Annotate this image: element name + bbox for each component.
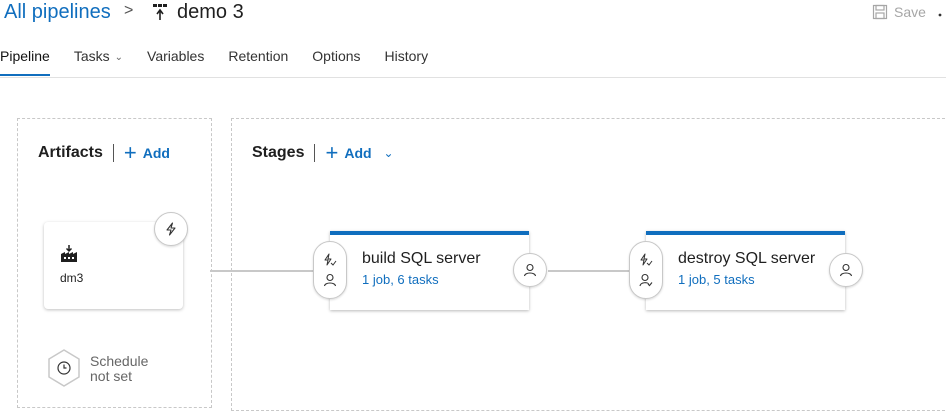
stage-summary-link[interactable]: 1 job, 6 tasks	[362, 272, 439, 287]
plus-icon: +	[325, 140, 339, 165]
tab-pipeline[interactable]: Pipeline	[0, 40, 62, 76]
tab-variables[interactable]: Variables	[135, 40, 216, 76]
user-check-icon	[639, 273, 653, 287]
post-deployment-conditions[interactable]	[513, 253, 547, 287]
user-icon	[839, 263, 853, 277]
stage-name[interactable]: build SQL server	[362, 250, 481, 268]
stage-card-destroy-sql-server[interactable]	[646, 231, 845, 310]
build-artifact-icon	[61, 245, 77, 262]
tab-history[interactable]: History	[373, 40, 441, 76]
page-title: demo 3	[177, 1, 244, 23]
breadcrumb-separator: >	[124, 2, 134, 19]
header-divider	[112, 144, 114, 162]
add-artifact-button[interactable]: + Add	[123, 140, 170, 165]
more-options-icon[interactable]	[938, 12, 942, 18]
lightning-check-icon	[640, 253, 653, 266]
chevron-down-icon: ⌄	[114, 52, 124, 63]
lightning-icon	[166, 222, 176, 236]
connector-stage-to-stage	[548, 270, 630, 272]
stages-heading: Stages	[252, 144, 305, 161]
artifact-name: dm3	[60, 271, 84, 285]
save-icon	[872, 4, 888, 20]
schedule-button[interactable]	[47, 349, 81, 387]
tab-tasks[interactable]: Tasks ⌄	[62, 40, 135, 76]
tab-options[interactable]: Options	[300, 40, 372, 76]
pre-deployment-conditions[interactable]	[313, 241, 347, 299]
chevron-down-icon: ⌄	[383, 146, 394, 160]
pre-deployment-conditions[interactable]	[629, 241, 663, 299]
lightning-check-icon	[324, 253, 337, 266]
user-icon	[523, 263, 537, 277]
tab-divider	[0, 77, 946, 78]
save-button[interactable]: Save	[872, 4, 926, 20]
add-stage-button[interactable]: + Add ⌄	[325, 140, 394, 165]
connector-artifact-to-stage	[210, 270, 314, 272]
stage-summary-link[interactable]: 1 job, 5 tasks	[678, 272, 755, 287]
artifacts-heading: Artifacts	[38, 144, 103, 161]
breadcrumb-all-pipelines[interactable]: All pipelines	[4, 0, 111, 24]
schedule-status[interactable]: Schedule not set	[90, 354, 148, 384]
stage-card-build-sql-server[interactable]	[330, 231, 529, 310]
tab-bar: Pipeline Tasks ⌄ Variables Retention Opti…	[0, 40, 440, 76]
post-deployment-conditions[interactable]	[829, 253, 863, 287]
stage-name[interactable]: destroy SQL server	[678, 250, 815, 268]
release-pipeline-icon	[153, 4, 167, 20]
user-icon	[323, 273, 337, 287]
header-divider	[314, 144, 316, 162]
plus-icon: +	[123, 140, 137, 165]
artifacts-header: Artifacts + Add	[38, 140, 170, 165]
tab-retention[interactable]: Retention	[216, 40, 300, 76]
stages-header: Stages + Add ⌄	[252, 140, 394, 165]
save-label: Save	[894, 4, 926, 20]
continuous-deployment-trigger-button[interactable]	[154, 212, 188, 246]
